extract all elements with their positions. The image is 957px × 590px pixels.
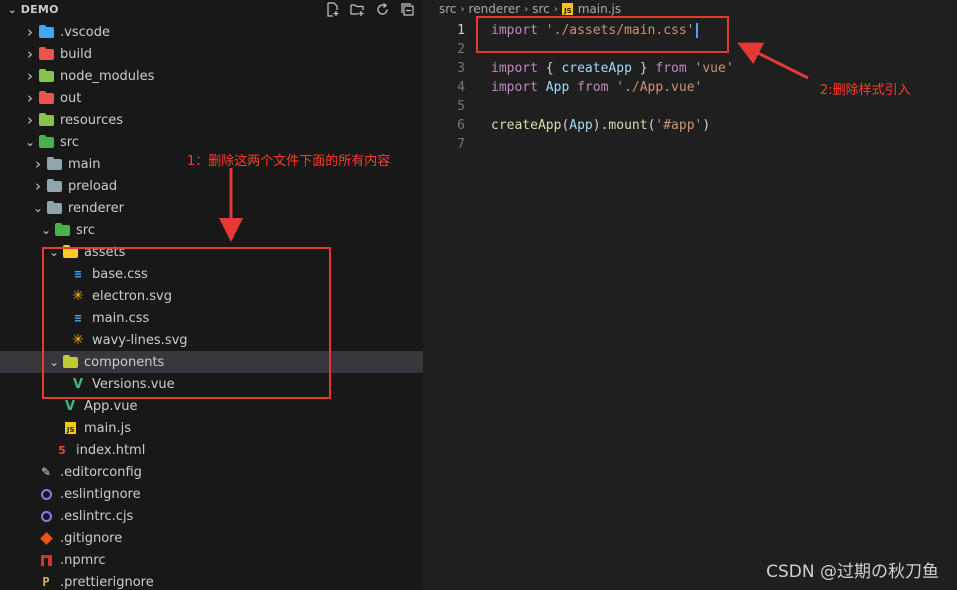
annotation-arrow-left [737,42,809,80]
annotation-arrows [219,42,809,242]
watermark: CSDN @过期の秋刀鱼 [766,562,939,582]
